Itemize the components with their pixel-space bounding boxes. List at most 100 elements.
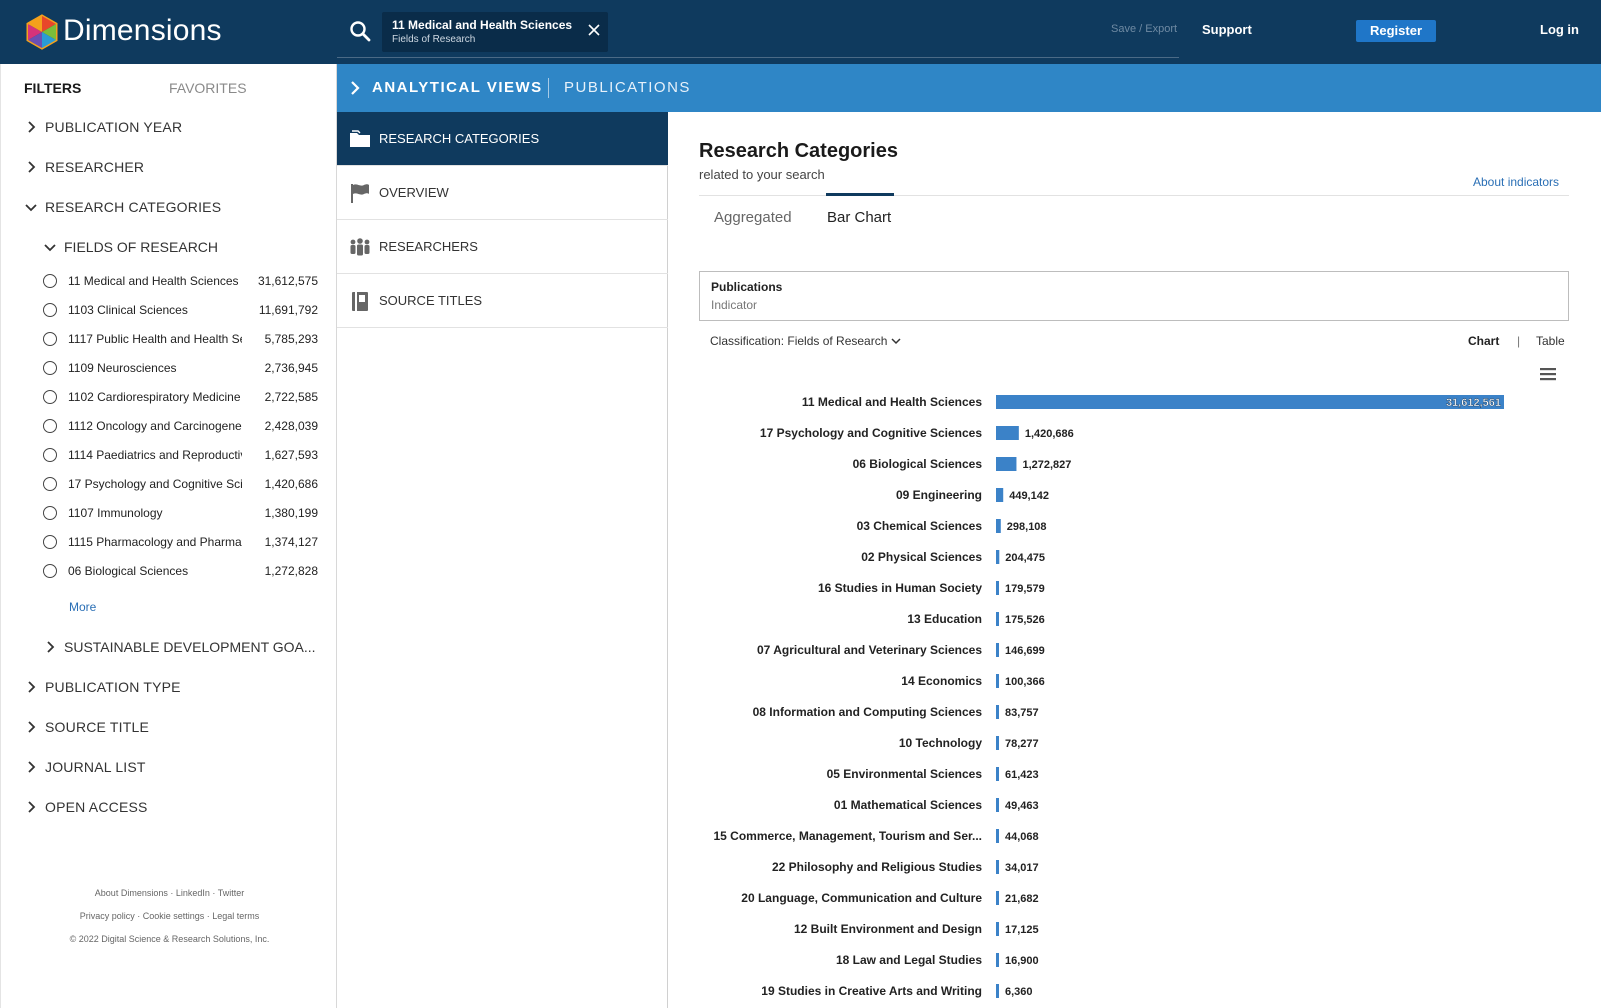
footer-links-2[interactable]: Privacy policy · Cookie settings · Legal… [1, 911, 338, 921]
bar[interactable] [996, 581, 999, 595]
nav-label: SOURCE TITLES [379, 293, 483, 308]
category-label: 14 Economics [901, 674, 982, 688]
for-item-label: 1115 Pharmacology and Pharmaceutical Sci… [68, 535, 242, 549]
bar[interactable] [996, 643, 999, 657]
for-item[interactable]: 1102 Cardiorespiratory Medicine and Haem… [43, 388, 318, 406]
analytical-views-title[interactable]: ANALYTICAL VIEWS [372, 79, 543, 96]
data-label: 298,108 [1007, 521, 1047, 533]
radio-button[interactable] [43, 274, 57, 288]
radio-button[interactable] [43, 303, 57, 317]
filter-sdg[interactable]: SUSTAINABLE DEVELOPMENT GOA... [44, 639, 316, 655]
footer-links-1[interactable]: About Dimensions · LinkedIn · Twitter [1, 888, 338, 898]
bar[interactable] [996, 860, 999, 874]
page-subtitle: related to your search [699, 167, 825, 182]
for-item[interactable]: 1103 Clinical Sciences 11,691,792 [43, 301, 318, 319]
radio-button[interactable] [43, 506, 57, 520]
indicator-selector[interactable]: Publications Indicator [699, 271, 1569, 321]
login-link[interactable]: Log in [1540, 22, 1579, 37]
for-item[interactable]: 11 Medical and Health Sciences 31,612,575 [43, 272, 318, 290]
for-item[interactable]: 1107 Immunology 1,380,199 [43, 504, 318, 522]
for-item[interactable]: 1109 Neurosciences 2,736,945 [43, 359, 318, 377]
filter-journal-list[interactable]: JOURNAL LIST [25, 759, 146, 775]
category-label: 03 Chemical Sciences [857, 519, 983, 533]
view-chart-toggle[interactable]: Chart [1468, 334, 1499, 348]
for-item-count: 1,374,127 [264, 535, 318, 549]
save-export-button[interactable]: Save / Export [1111, 23, 1177, 35]
filter-publication-year[interactable]: PUBLICATION YEAR [25, 119, 182, 135]
register-button[interactable]: Register [1356, 20, 1436, 42]
radio-button[interactable] [43, 535, 57, 549]
support-link[interactable]: Support [1202, 22, 1252, 37]
radio-button[interactable] [43, 477, 57, 491]
bar[interactable] [996, 736, 999, 750]
filter-publication-type[interactable]: PUBLICATION TYPE [25, 679, 181, 695]
bar[interactable] [996, 395, 1504, 409]
bar[interactable] [996, 612, 999, 626]
filter-researcher[interactable]: RESEARCHER [25, 159, 144, 175]
radio-button[interactable] [43, 564, 57, 578]
for-item[interactable]: 17 Psychology and Cognitive Sciences 1,42… [43, 475, 318, 493]
data-label: 17,125 [1005, 924, 1039, 936]
book-icon [352, 291, 368, 311]
filter-open-access[interactable]: OPEN ACCESS [25, 799, 148, 815]
bar[interactable] [996, 984, 999, 998]
tab-aggregated[interactable]: Aggregated [714, 209, 792, 226]
bar[interactable] [996, 426, 1019, 440]
people-icon [350, 237, 370, 255]
for-item[interactable]: 1112 Oncology and Carcinogenesis 2,428,03… [43, 417, 318, 435]
bar[interactable] [996, 798, 999, 812]
radio-button[interactable] [43, 448, 57, 462]
radio-button[interactable] [43, 419, 57, 433]
bar[interactable] [996, 457, 1017, 471]
view-table-toggle[interactable]: Table [1536, 334, 1565, 348]
for-item[interactable]: 1114 Paediatrics and Reproductive Medici… [43, 446, 318, 464]
radio-button[interactable] [43, 332, 57, 346]
category-label: 15 Commerce, Management, Tourism and Ser… [713, 829, 982, 843]
bar[interactable] [996, 767, 999, 781]
bar[interactable] [996, 891, 999, 905]
dimensions-logo-icon[interactable] [24, 14, 60, 50]
tab-filters[interactable]: FILTERS [24, 80, 81, 96]
indicator-label: Indicator [711, 298, 758, 312]
bar[interactable] [996, 488, 1004, 502]
bar[interactable] [996, 674, 999, 688]
nav-researchers[interactable]: RESEARCHERS [337, 220, 668, 274]
search-icon[interactable] [349, 20, 371, 42]
for-item[interactable]: 1117 Public Health and Health Services 5,… [43, 330, 318, 348]
filter-fields-of-research[interactable]: FIELDS OF RESEARCH [44, 239, 218, 255]
for-item[interactable]: 06 Biological Sciences 1,272,828 [43, 562, 318, 580]
bar[interactable] [996, 519, 1001, 533]
brand-name[interactable]: Dimensions [63, 14, 222, 48]
filter-label: SUSTAINABLE DEVELOPMENT GOA... [64, 639, 316, 655]
nav-research-categories[interactable]: RESEARCH CATEGORIES [337, 112, 668, 166]
bar[interactable] [996, 922, 999, 936]
bar[interactable] [996, 705, 999, 719]
radio-button[interactable] [43, 390, 57, 404]
nav-overview[interactable]: OVERVIEW [337, 166, 668, 220]
search-chip[interactable]: 11 Medical and Health Sciences Fields of… [382, 12, 608, 52]
more-link[interactable]: More [69, 600, 96, 614]
for-item-count: 2,428,039 [264, 419, 318, 433]
data-label: 146,699 [1005, 645, 1045, 657]
filter-source-title[interactable]: SOURCE TITLE [25, 719, 149, 735]
bar[interactable] [996, 953, 999, 967]
category-label: 19 Studies in Creative Arts and Writing [761, 984, 982, 998]
bar[interactable] [996, 550, 1000, 564]
footer-copyright: © 2022 Digital Science & Research Soluti… [69, 934, 270, 944]
radio-button[interactable] [43, 361, 57, 375]
for-item[interactable]: 1115 Pharmacology and Pharmaceutical Sci… [43, 533, 318, 551]
close-icon[interactable] [586, 22, 602, 38]
filter-research-categories[interactable]: RESEARCH CATEGORIES [25, 199, 221, 215]
chevron-right-icon[interactable] [349, 81, 361, 95]
tab-favorites[interactable]: FAVORITES [169, 80, 247, 96]
classification-dropdown[interactable]: Classification: Fields of Research [710, 334, 901, 348]
about-indicators-link[interactable]: About indicators [1473, 175, 1559, 189]
nav-source-titles[interactable]: SOURCE TITLES [337, 274, 668, 328]
search-chip-title: 11 Medical and Health Sciences [392, 18, 573, 32]
filter-label: RESEARCH CATEGORIES [45, 199, 222, 215]
hamburger-menu-icon[interactable] [1539, 366, 1557, 382]
bar[interactable] [996, 829, 999, 843]
data-label: 44,068 [1005, 831, 1039, 843]
tab-bar-chart[interactable]: Bar Chart [827, 209, 891, 226]
for-item-count: 1,272,828 [264, 564, 318, 578]
